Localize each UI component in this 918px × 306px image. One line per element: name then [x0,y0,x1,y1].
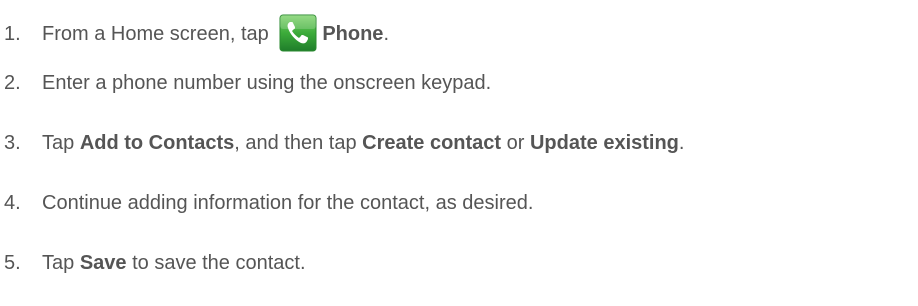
step-text: Tap Add to Contacts, and then tap Create… [42,132,684,154]
step-3: 3. Tap Add to Contacts, and then tap Crea… [0,128,684,158]
step-number: 5. [4,252,21,274]
create-contact-label: Create contact [362,132,502,154]
add-to-contacts-label: Add to Contacts [79,132,235,154]
step-text: Continue adding information for the cont… [42,192,533,214]
step-text-segment: Enter a phone number using the onscreen … [42,72,492,94]
step-number: 3. [4,132,21,154]
step-text-segment: or [501,132,530,154]
step-text-segment: to save the contact. [126,252,306,274]
step-text-segment: From a Home screen, tap [42,23,275,45]
update-existing-label: Update existing [529,132,679,154]
step-text: From a Home screen, tap Phone. [42,14,389,52]
phone-label: Phone [322,23,384,45]
phone-icon [278,14,318,52]
step-5: 5. Tap Save to save the contact. [0,248,306,278]
step-number: 1. [4,23,21,45]
step-2: 2. Enter a phone number using the onscree… [0,68,491,98]
step-4: 4. Continue adding information for the co… [0,188,533,218]
save-label: Save [79,252,127,274]
step-text-segment: Continue adding information for the cont… [42,192,534,214]
step-text-segment: . [678,132,685,154]
step-text-segment: Tap [42,252,80,274]
step-text-segment: . [383,23,389,45]
step-text-segment: Tap [42,132,80,154]
step-text: Tap Save to save the contact. [42,252,306,274]
step-number: 4. [4,192,21,214]
step-number: 2. [4,72,21,94]
step-text: Enter a phone number using the onscreen … [42,72,491,94]
step-text-segment: , and then tap [234,132,363,154]
step-1: 1. From a Home screen, tap Phone. [0,14,389,52]
